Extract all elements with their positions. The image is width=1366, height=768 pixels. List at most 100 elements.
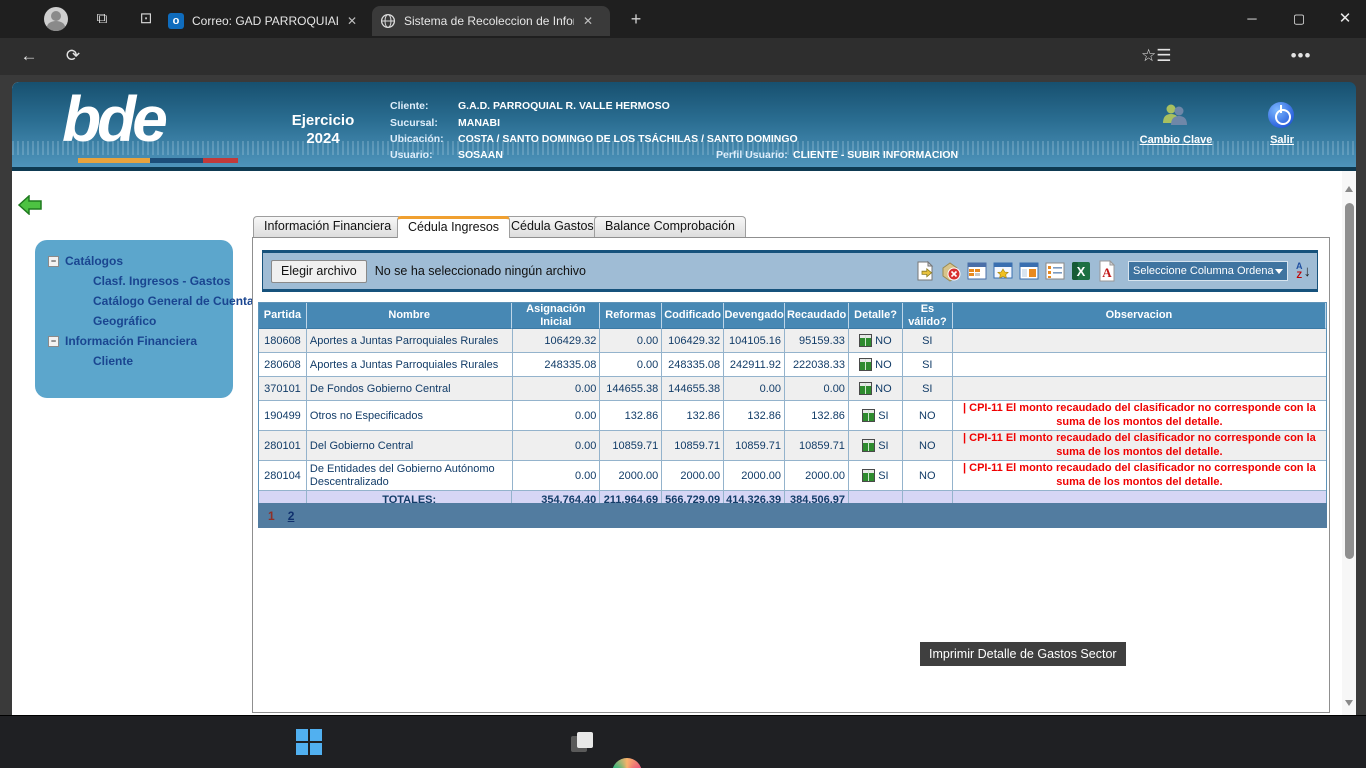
export-excel-icon[interactable]: X — [1070, 260, 1092, 282]
cell-detalle[interactable]: NO — [849, 377, 903, 401]
cell-codificado: 2000.00 — [662, 461, 724, 491]
page-2-link[interactable]: 2 — [288, 509, 295, 523]
table-row: 280608 Aportes a Juntas Parroquiales Rur… — [259, 353, 1326, 377]
sidebar-item-geografico[interactable]: Geográfico — [93, 314, 156, 328]
tab-cedula-gastos[interactable]: Cédula Gastos — [500, 216, 605, 237]
collapse-menu-icon[interactable] — [17, 195, 43, 215]
tree-collapse-icon[interactable]: − — [48, 336, 59, 347]
cell-codificado: 248335.08 — [662, 353, 724, 377]
scroll-down-icon[interactable] — [1345, 700, 1353, 706]
process-file-icon[interactable] — [914, 260, 936, 282]
cell-recaudado: 0.00 — [785, 377, 849, 401]
page-1-current[interactable]: 1 — [268, 509, 275, 523]
refresh-icon[interactable]: ⟳ — [60, 43, 86, 69]
detalle-grid-icon[interactable] — [859, 334, 872, 347]
sidebar-item-cliente[interactable]: Cliente — [93, 354, 133, 368]
cell-observacion — [953, 353, 1326, 377]
col-partida[interactable]: Partida — [259, 303, 307, 329]
detalle-grid-icon[interactable] — [862, 439, 875, 452]
tree-collapse-icon[interactable]: − — [48, 256, 59, 267]
col-devengado[interactable]: Devengado — [724, 303, 785, 329]
tab-close-icon[interactable]: ✕ — [347, 14, 357, 28]
cell-recaudado: 222038.33 — [785, 353, 849, 377]
cell-reformas: 0.00 — [600, 353, 662, 377]
choose-file-button[interactable]: Elegir archivo — [271, 260, 367, 283]
cell-asignacion: 0.00 — [513, 461, 601, 491]
sucursal-value: MANABI — [458, 117, 500, 129]
sort-az-icon[interactable]: AZ ↓ — [1296, 262, 1311, 280]
cambio-clave-icon[interactable] — [1160, 103, 1190, 125]
sort-column-dropdown[interactable]: Seleccione Columna Ordena — [1128, 261, 1288, 281]
window-minimize-button[interactable]: ─ — [1237, 0, 1267, 38]
cell-detalle[interactable]: SI — [849, 461, 903, 491]
table-header-row: Partida Nombre Asignación Inicial Reform… — [259, 303, 1326, 329]
export-pdf-icon[interactable]: A — [1096, 260, 1118, 282]
detalle-grid-icon[interactable] — [859, 358, 872, 371]
col-codificado[interactable]: Codificado — [662, 303, 724, 329]
new-window-icon[interactable] — [992, 260, 1014, 282]
tab-actions-icon[interactable]: ⊡ — [134, 7, 158, 31]
workspaces-icon[interactable]: ⧉ — [90, 7, 114, 31]
back-icon[interactable]: ← — [16, 43, 42, 69]
cell-partida: 280101 — [259, 431, 307, 461]
sort-dropdown-value: Seleccione Columna Ordena — [1133, 265, 1274, 277]
salir-power-icon[interactable] — [1268, 102, 1294, 128]
more-menu-icon[interactable]: ••• — [1288, 43, 1314, 69]
cell-devengado: 0.00 — [724, 377, 785, 401]
tab-close-icon[interactable]: ✕ — [583, 14, 593, 28]
detalle-grid-icon[interactable] — [859, 382, 872, 395]
cell-detalle[interactable]: SI — [849, 431, 903, 461]
layout-window-icon[interactable] — [1018, 260, 1040, 282]
tab-informacion-financiera[interactable]: Información Financiera — [253, 216, 402, 237]
cell-devengado: 10859.71 — [724, 431, 785, 461]
perfil-value: CLIENTE - SUBIR INFORMACION — [793, 149, 958, 161]
sidebar-item-informacion-financiera[interactable]: −Información Financiera — [48, 334, 197, 348]
col-asignacion-inicial[interactable]: Asignación Inicial — [512, 303, 600, 329]
load-grid-icon[interactable] — [966, 260, 988, 282]
favorites-icon[interactable]: ☆☰ — [1141, 43, 1167, 69]
cell-codificado: 10859.71 — [662, 431, 724, 461]
col-detalle[interactable]: Detalle? — [849, 303, 903, 329]
cambio-clave-link[interactable]: Cambio Clave — [1138, 134, 1214, 146]
salir-link[interactable]: Salir — [1266, 134, 1298, 146]
scroll-up-icon[interactable] — [1345, 186, 1353, 192]
cell-observacion: | CPI-11 El monto recaudado del clasific… — [953, 431, 1326, 461]
no-file-text: No se ha seleccionado ningún archivo — [375, 264, 586, 278]
new-tab-button[interactable]: + — [624, 5, 648, 29]
ingresos-table: Partida Nombre Asignación Inicial Reform… — [258, 302, 1327, 509]
col-nombre[interactable]: Nombre — [307, 303, 513, 329]
window-maximize-button[interactable]: ▢ — [1284, 0, 1314, 38]
col-es-valido[interactable]: Es válido? — [903, 303, 953, 329]
scrollbar-thumb[interactable] — [1345, 203, 1354, 559]
tab-cedula-ingresos[interactable]: Cédula Ingresos — [397, 216, 510, 238]
browser-profile-avatar[interactable] — [44, 7, 68, 31]
sidebar-item-catalogo-general-cuentas[interactable]: Catálogo General de Cuentas — [93, 294, 260, 308]
cell-detalle[interactable]: NO — [849, 329, 903, 353]
col-reformas[interactable]: Reformas — [600, 303, 662, 329]
browser-tab-mail[interactable]: o Correo: GAD PARROQUIAL VALLE ✕ — [160, 6, 365, 36]
list-view-icon[interactable] — [1044, 260, 1066, 282]
col-observacion[interactable]: Observacion — [953, 303, 1326, 329]
cell-recaudado: 95159.33 — [785, 329, 849, 353]
pagination-bar: 1 2 — [258, 503, 1327, 528]
start-button[interactable] — [296, 729, 322, 755]
tab-title: Correo: GAD PARROQUIAL VALLE — [192, 14, 338, 28]
cell-devengado: 242911.92 — [724, 353, 785, 377]
copilot-taskbar-icon[interactable] — [612, 758, 642, 768]
cell-nombre: De Fondos Gobierno Central — [307, 377, 513, 401]
globe-icon — [380, 13, 396, 29]
browser-tab-sistema[interactable]: Sistema de Recoleccion de Inform ✕ — [372, 6, 610, 36]
sidebar-menu: −Catálogos Clasf. Ingresos - Gastos Catá… — [35, 240, 233, 398]
sidebar-item-catalogos[interactable]: −Catálogos — [48, 254, 123, 268]
task-view-icon[interactable] — [567, 728, 597, 758]
chevron-down-icon — [1275, 269, 1283, 274]
detalle-grid-icon[interactable] — [862, 409, 875, 422]
window-close-button[interactable]: ✕ — [1330, 0, 1360, 38]
cell-detalle[interactable]: SI — [849, 401, 903, 431]
sidebar-item-clasf-ingresos-gastos[interactable]: Clasf. Ingresos - Gastos — [93, 274, 230, 288]
cell-detalle[interactable]: NO — [849, 353, 903, 377]
tab-balance-comprobacion[interactable]: Balance Comprobación — [594, 216, 746, 237]
col-recaudado[interactable]: Recaudado — [785, 303, 849, 329]
detalle-grid-icon[interactable] — [862, 469, 875, 482]
cancel-file-icon[interactable] — [940, 260, 962, 282]
